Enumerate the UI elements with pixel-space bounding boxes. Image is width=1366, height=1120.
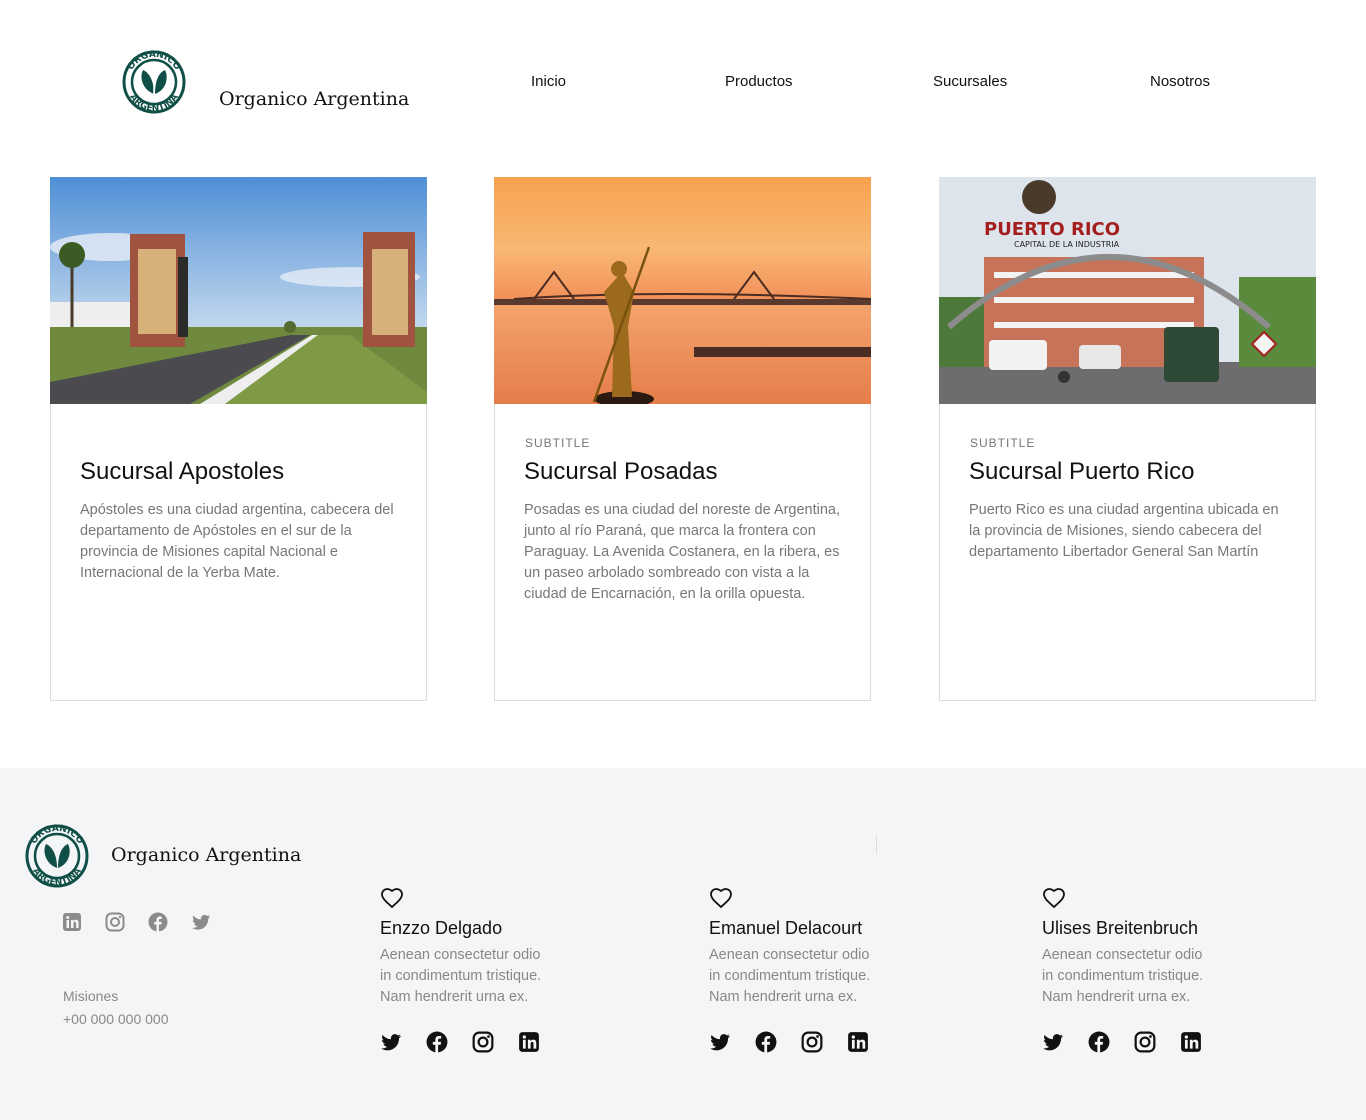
twitter-icon[interactable] (191, 912, 211, 932)
linkedin-icon[interactable] (1180, 1030, 1226, 1054)
card-title[interactable]: Sucursal Puerto Rico (969, 458, 1194, 486)
svg-text:PUERTO RICO: PUERTO RICO (984, 219, 1120, 240)
member-description: Aenean consectetur odio in condimentum t… (1042, 947, 1204, 1005)
heart-icon[interactable] (709, 886, 733, 910)
card-title[interactable]: Sucursal Apostoles (80, 458, 284, 486)
linkedin-icon[interactable] (62, 912, 82, 932)
twitter-icon[interactable] (1042, 1030, 1088, 1054)
facebook-icon[interactable] (148, 912, 168, 932)
branch-card-puerto-rico[interactable]: PUERTO RICO CAPITAL DE LA INDUSTRIA SUBT… (939, 177, 1316, 701)
member-name: Emanuel Delacourt (709, 918, 863, 938)
member-description: Aenean consectetur odio in condimentum t… (709, 947, 871, 1005)
member-name: Ulises Breitenbruch (1042, 918, 1199, 938)
twitter-icon[interactable] (380, 1030, 426, 1054)
member-description: Aenean consectetur odio in condimentum t… (380, 947, 542, 1005)
nav-item-inicio[interactable]: Inicio (531, 73, 566, 90)
card-description: Puerto Rico es una ciudad argentina ubic… (969, 502, 1279, 560)
brand-name[interactable]: Organico Argentina (219, 88, 409, 110)
card-image-apostoles (50, 177, 427, 404)
facebook-icon[interactable] (755, 1030, 801, 1054)
nav-item-nosotros[interactable]: Nosotros (1150, 73, 1210, 90)
card-subtitle: SUBTITLE (525, 436, 591, 450)
site-header: ORGANICO ARGENTINA Organico Argentina In… (0, 0, 1366, 160)
site-footer: ORGANICO ARGENTINA Organico Argentina Mi… (0, 768, 1366, 1120)
footer-phone[interactable]: +00 000 000 000 (63, 1011, 169, 1027)
branch-card-posadas[interactable]: SUBTITLE Sucursal Posadas Posadas es una… (494, 177, 871, 701)
instagram-icon[interactable] (801, 1030, 847, 1054)
team-member-card: Emanuel Delacourt Aenean consectetur odi… (709, 886, 899, 1054)
card-description: Posadas es una ciudad del noreste de Arg… (524, 502, 841, 602)
card-image-puerto-rico: PUERTO RICO CAPITAL DE LA INDUSTRIA (939, 177, 1316, 404)
nav-item-sucursales[interactable]: Sucursales (933, 73, 1007, 90)
footer-location: Misiones (63, 988, 119, 1004)
facebook-icon[interactable] (426, 1030, 472, 1054)
card-title[interactable]: Sucursal Posadas (524, 458, 717, 486)
footer-brand-name[interactable]: Organico Argentina (111, 844, 301, 866)
card-image-posadas (494, 177, 871, 404)
instagram-icon[interactable] (105, 912, 125, 932)
nav-item-productos[interactable]: Productos (725, 73, 793, 90)
footer-brand-logo[interactable]: ORGANICO ARGENTINA (22, 816, 92, 896)
heart-icon[interactable] (380, 886, 404, 910)
instagram-icon[interactable] (472, 1030, 518, 1054)
facebook-icon[interactable] (1088, 1030, 1134, 1054)
branch-card-apostoles[interactable]: Sucursal Apostoles Apóstoles es una ciud… (50, 177, 427, 701)
linkedin-icon[interactable] (518, 1030, 564, 1054)
member-name: Enzzo Delgado (380, 918, 503, 938)
brand-logo[interactable]: ORGANICO ARGENTINA (119, 42, 189, 122)
card-subtitle: SUBTITLE (970, 436, 1036, 450)
twitter-icon[interactable] (709, 1030, 755, 1054)
linkedin-icon[interactable] (847, 1030, 893, 1054)
heart-icon[interactable] (1042, 886, 1066, 910)
svg-text:CAPITAL DE LA INDUSTRIA: CAPITAL DE LA INDUSTRIA (1014, 240, 1120, 249)
divider (876, 836, 877, 854)
team-member-card: Enzzo Delgado Aenean consectetur odio in… (380, 886, 570, 1054)
team-member-card: Ulises Breitenbruch Aenean consectetur o… (1042, 886, 1232, 1054)
card-description: Apóstoles es una ciudad argentina, cabec… (80, 502, 394, 581)
instagram-icon[interactable] (1134, 1030, 1180, 1054)
